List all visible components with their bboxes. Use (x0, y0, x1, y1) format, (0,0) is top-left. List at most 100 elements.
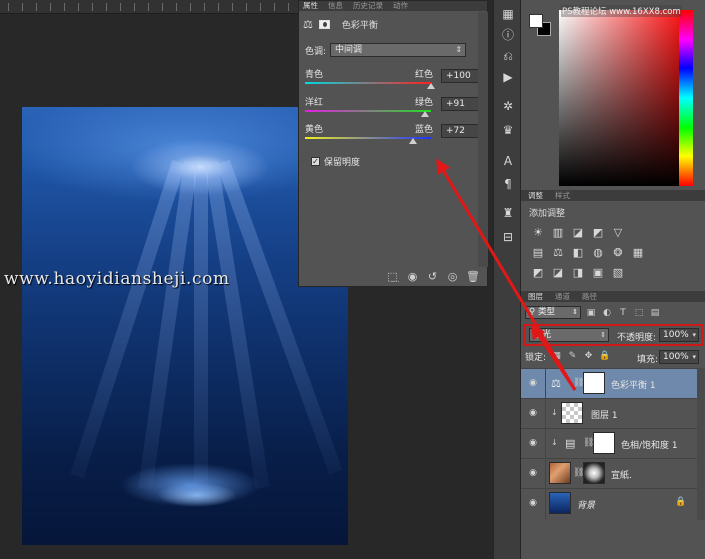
slider-left-label: 青色 (305, 70, 324, 80)
exposure-icon[interactable]: ◩ (591, 226, 605, 239)
layer-name[interactable]: 图层 1 (591, 408, 618, 421)
character-icon[interactable]: A (500, 153, 516, 169)
layer-mask-thumbnail[interactable] (593, 432, 615, 454)
yellow-blue-thumb[interactable] (409, 138, 418, 144)
color-balance-icon[interactable]: ⚖ (551, 246, 565, 259)
hue-slider[interactable] (679, 10, 693, 186)
brightness-icon[interactable]: ☀ (531, 226, 545, 239)
cyan-red-thumb[interactable] (427, 83, 435, 89)
eye-icon[interactable]: ◉ (527, 468, 539, 478)
tone-select[interactable]: 中间调 ⇕ (330, 43, 467, 57)
pixel-filter-icon[interactable]: ▣ (585, 307, 597, 319)
cyan-red-track[interactable] (305, 82, 431, 84)
visibility-eye-icon[interactable]: ◎ (446, 271, 459, 283)
yellow-blue-value-input[interactable]: +72 (441, 124, 479, 138)
info-icon[interactable]: ⓘ (500, 27, 516, 43)
layer-row-layer-1[interactable]: ◉ ↓ 图层 1 (521, 398, 697, 429)
lock-all-icon[interactable]: 🔒 (599, 351, 610, 362)
tab-adjustments[interactable]: 调整 (528, 190, 543, 201)
layer-row-background[interactable]: ◉ 背景 🔒 (521, 488, 697, 519)
foreground-swatch[interactable] (529, 14, 543, 28)
black-white-icon[interactable]: ◧ (571, 246, 585, 259)
layer-name[interactable]: 色相/饱和度 1 (621, 438, 678, 451)
tab-history[interactable]: 历史记录 (353, 1, 383, 11)
paragraph-icon[interactable]: ¶ (500, 176, 516, 192)
gradient-map-icon[interactable]: ▣ (591, 266, 605, 279)
fill-input[interactable]: 100% ▾ (659, 350, 699, 364)
gear-icon[interactable]: ✲ (500, 98, 516, 114)
layer-name[interactable]: 宣紙. (611, 468, 632, 481)
shape-filter-icon[interactable]: ⬚ (633, 307, 645, 319)
history-icon[interactable]: ⎌ (500, 48, 516, 64)
preserve-luminosity-row[interactable]: ✓ 保留明度 (311, 155, 360, 168)
play-icon[interactable]: ▶ (500, 69, 516, 85)
layer-kind-select[interactable]: ⚲ 类型 ⇕ (525, 306, 581, 319)
clone-source-icon[interactable]: ♜ (500, 205, 516, 221)
magenta-green-track[interactable] (305, 110, 431, 112)
brush-presets-icon[interactable]: ♛ (500, 122, 516, 138)
blend-mode-select[interactable]: 柔光 ⇕ (529, 328, 609, 342)
layer-thumbnail[interactable] (549, 462, 571, 484)
select-arrows-icon: ⇕ (572, 308, 578, 316)
color-lookup-icon[interactable]: ▦ (631, 246, 645, 259)
mask-icon[interactable] (318, 19, 330, 29)
chevron-down-icon[interactable]: ▾ (692, 351, 696, 363)
layer-mask-thumbnail[interactable] (583, 462, 605, 484)
type-filter-icon[interactable]: T (617, 307, 629, 319)
magenta-green-thumb[interactable] (421, 111, 430, 117)
tab-actions[interactable]: 动作 (393, 1, 408, 11)
invert-icon[interactable]: ◩ (531, 266, 545, 279)
lock-paint-icon[interactable]: ✎ (567, 351, 578, 362)
layer-row-rice-paper[interactable]: ◉ ⛓ 宣紙. (521, 458, 697, 489)
tab-layers[interactable]: 图层 (528, 291, 543, 302)
color-swatches[interactable] (529, 14, 555, 40)
threshold-icon[interactable]: ◨ (571, 266, 585, 279)
view-previous-icon[interactable]: ◉ (406, 271, 419, 283)
lock-move-icon[interactable]: ✥ (583, 351, 594, 362)
adjustment-filter-icon[interactable]: ◐ (601, 307, 613, 319)
cyan-red-value-input[interactable]: +100 (441, 69, 479, 83)
layer-mask-thumbnail[interactable] (583, 372, 605, 394)
eye-icon[interactable]: ◉ (527, 438, 539, 448)
eye-icon[interactable]: ◉ (527, 498, 539, 508)
lock-transparent-icon[interactable]: ▦ (551, 351, 562, 362)
tab-paths[interactable]: 路径 (582, 291, 597, 302)
chevron-down-icon[interactable]: ▾ (692, 329, 696, 341)
layer-name[interactable]: 背景 (577, 498, 595, 511)
layer-thumbnail[interactable] (549, 492, 571, 514)
hue-saturation-icon[interactable]: ▤ (531, 246, 545, 259)
opacity-input[interactable]: 100% ▾ (659, 328, 699, 342)
trash-icon[interactable]: 🗑 (466, 271, 480, 283)
properties-scrollbar[interactable] (478, 12, 488, 267)
posterize-icon[interactable]: ◪ (551, 266, 565, 279)
ruler-tick (134, 3, 135, 11)
preserve-luminosity-checkbox[interactable]: ✓ (311, 157, 320, 166)
eye-icon[interactable]: ◉ (527, 378, 539, 388)
tab-styles[interactable]: 样式 (555, 190, 570, 201)
layer-name[interactable]: 色彩平衡 1 (611, 378, 656, 391)
vibrance-icon[interactable]: ▽ (611, 226, 625, 239)
tool-presets-icon[interactable]: ⊟ (500, 229, 516, 245)
adjustment-icons-row: ▤ ⚖ ◧ ◍ ❂ ▦ (531, 246, 645, 259)
channel-mixer-icon[interactable]: ❂ (611, 246, 625, 259)
tab-channels[interactable]: 通道 (555, 291, 570, 302)
layer-row-hue-saturation[interactable]: ◉ ↓ ▤ ⛓ 色相/饱和度 1 (521, 428, 697, 459)
eye-icon[interactable]: ◉ (527, 408, 539, 418)
smart-filter-icon[interactable]: ▤ (649, 307, 661, 319)
levels-icon[interactable]: ▥ (551, 226, 565, 239)
resize-grip[interactable] (391, 281, 399, 285)
layer-row-color-balance[interactable]: ◉ ⚖ ⛓ 色彩平衡 1 (521, 368, 697, 399)
color-icon[interactable]: ▦ (500, 6, 516, 22)
tab-info[interactable]: 信息 (328, 1, 343, 11)
slider-right-label: 蓝色 (415, 125, 434, 135)
magenta-green-value-input[interactable]: +91 (441, 97, 479, 111)
photo-filter-icon[interactable]: ◍ (591, 246, 605, 259)
layer-thumbnail[interactable] (561, 402, 583, 424)
reset-icon[interactable]: ↺ (426, 271, 439, 283)
fill-label: 填充: (637, 355, 659, 365)
layers-scrollbar[interactable] (697, 368, 705, 520)
tab-properties[interactable]: 属性 (303, 1, 318, 11)
selective-color-icon[interactable]: ▧ (611, 266, 625, 279)
color-picker-field[interactable] (559, 10, 692, 186)
curves-icon[interactable]: ◪ (571, 226, 585, 239)
